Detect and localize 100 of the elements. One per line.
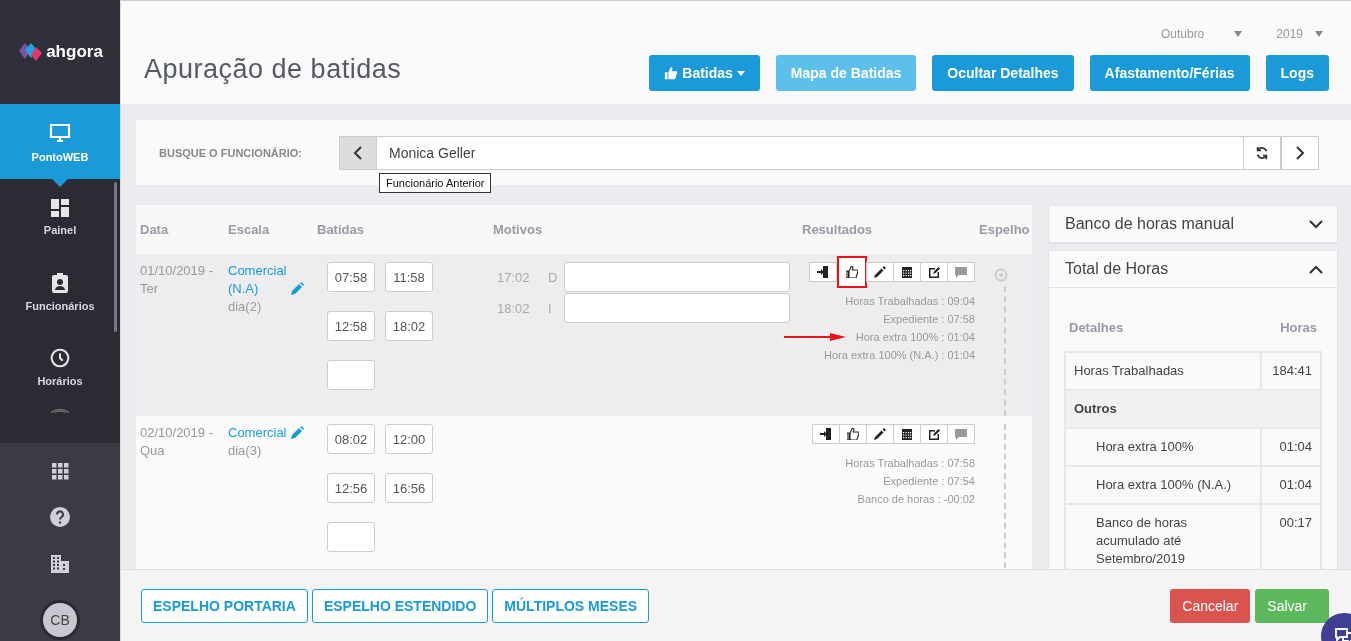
weekday-text: Ter	[140, 280, 160, 298]
result-text: Expediente : 07:54	[883, 474, 975, 489]
reason-time: 17:02	[496, 269, 531, 285]
help-icon[interactable]	[49, 506, 71, 528]
punch-field[interactable]: 18:02	[385, 311, 433, 341]
new-punch-field[interactable]	[327, 360, 375, 390]
outline-button[interactable]: MÚLTIPLOS MESES	[492, 588, 650, 623]
door-icon	[817, 266, 829, 278]
edit-button[interactable]	[866, 424, 894, 444]
date-text: 01/10/2019 -	[140, 262, 214, 280]
outline-button[interactable]: ESPELHO PORTARIA	[141, 588, 308, 623]
previous-button[interactable]	[339, 135, 377, 170]
header-button[interactable]: Batidas	[649, 55, 760, 91]
outline-button[interactable]: ESPELHO ESTENDIDO	[311, 588, 489, 623]
clock-icon	[49, 346, 71, 369]
day-text: dia(3)	[228, 442, 262, 460]
building-icon[interactable]	[50, 554, 70, 574]
pencil-icon[interactable]	[290, 426, 304, 440]
note-button[interactable]	[920, 424, 948, 444]
result-text: Hora extra 100% (N.A.) : 01:04	[824, 348, 975, 363]
column-header: Escala	[228, 222, 271, 237]
column-header: Batidas	[317, 222, 365, 237]
nav-item[interactable]: Funcionários	[0, 254, 120, 329]
column-header: Motivos	[493, 222, 544, 237]
refresh-icon	[1255, 145, 1269, 160]
schedule-link[interactable]: Comercial	[228, 424, 290, 442]
weekday-text: Qua	[140, 442, 166, 460]
reason-field[interactable]	[564, 293, 790, 323]
reason-code: I	[548, 300, 553, 316]
punch-field[interactable]: 08:02	[327, 424, 375, 454]
comment-icon	[955, 266, 967, 278]
calendar-button[interactable]	[893, 424, 921, 444]
reason-time: 18:02	[496, 300, 531, 316]
punch-field[interactable]: 12:00	[385, 424, 433, 454]
caret-icon	[1315, 31, 1323, 37]
panel-header[interactable]: Banco de horas manual	[1049, 206, 1337, 243]
edit-button[interactable]	[866, 262, 894, 282]
nav-item[interactable]: Horários	[0, 329, 120, 404]
pencil-icon	[874, 266, 886, 278]
header-button[interactable]: Logs	[1265, 55, 1329, 91]
thumbs-up-icon	[664, 66, 679, 80]
calendar-button[interactable]	[893, 262, 921, 282]
brand-name: ahgora	[46, 42, 103, 62]
nav-item[interactable]: PontoWEB	[0, 104, 120, 179]
apps-icon[interactable]	[51, 462, 69, 480]
day-text: dia(2)	[228, 298, 262, 316]
chevron-right-icon	[1295, 145, 1305, 160]
panel-title: Banco de horas manual	[1065, 215, 1234, 233]
reason-field[interactable]	[564, 262, 790, 292]
result-text: Banco de horas : -00:02	[857, 492, 975, 507]
punch-field[interactable]: 12:58	[327, 311, 375, 341]
caret-icon	[1234, 31, 1243, 37]
pointer-arrow	[783, 333, 846, 341]
table-cell: 01:04	[1261, 466, 1321, 504]
thumbs-up-icon	[847, 428, 859, 440]
comment-icon	[955, 428, 967, 440]
panel-title: Total de Horas	[1065, 260, 1169, 278]
punch-field[interactable]: 07:58	[327, 262, 375, 292]
employee-search-field[interactable]: Monica Geller	[377, 135, 1243, 170]
column-header: Resultados	[801, 222, 874, 237]
header-button[interactable]: Ocultar Detalhes	[932, 55, 1074, 91]
table-cell: Hora extra 100%	[1065, 428, 1261, 466]
table-cell: Hora extra 100% (N.A.)	[1065, 466, 1261, 504]
timeline-dot-icon	[993, 268, 1008, 282]
punch-field[interactable]: 16:56	[385, 473, 433, 503]
logo-icon	[17, 41, 44, 63]
chevron-up-icon	[1309, 264, 1323, 274]
punch-field[interactable]: 11:58	[385, 262, 433, 292]
note-button[interactable]	[920, 262, 948, 282]
approve-button[interactable]	[837, 256, 867, 288]
next-button[interactable]	[1281, 135, 1319, 170]
door-icon	[820, 428, 832, 440]
chevron-left-icon	[353, 145, 363, 160]
pencil-icon[interactable]	[290, 282, 304, 296]
calendar-icon	[901, 428, 913, 440]
exit-button[interactable]	[809, 262, 837, 282]
date-text: 02/10/2019 -	[140, 424, 214, 442]
header-button[interactable]: Afastamento/Férias	[1089, 55, 1250, 91]
column-header: Detalhes	[1065, 303, 1261, 352]
nav-item[interactable]: Painel	[0, 179, 120, 254]
result-text: Expediente : 07:58	[883, 312, 975, 327]
panel-header[interactable]: Total de Horas	[1049, 251, 1337, 288]
approve-button[interactable]	[839, 424, 867, 444]
group-cell: Outros	[1065, 390, 1321, 428]
pencil-icon	[874, 428, 886, 440]
exit-button[interactable]	[812, 424, 840, 444]
chevron-down-icon	[1309, 219, 1323, 229]
user-avatar[interactable]: CB	[40, 600, 80, 640]
punch-field[interactable]: 12:56	[327, 473, 375, 503]
signal-icon	[49, 406, 71, 414]
refresh-button[interactable]	[1243, 135, 1281, 170]
column-header: Espelho	[978, 222, 1031, 237]
edit-icon	[928, 428, 940, 440]
result-text: Horas Trabalhadas : 07:58	[845, 456, 975, 471]
new-punch-field[interactable]	[327, 522, 375, 552]
edit-icon	[928, 266, 940, 278]
cancel-button[interactable]: Cancelar	[1170, 588, 1251, 623]
result-text: Hora extra 100% : 01:04	[855, 330, 975, 345]
column-header: Horas	[1261, 303, 1321, 352]
result-text: Horas Trabalhadas : 09:04	[845, 294, 975, 309]
